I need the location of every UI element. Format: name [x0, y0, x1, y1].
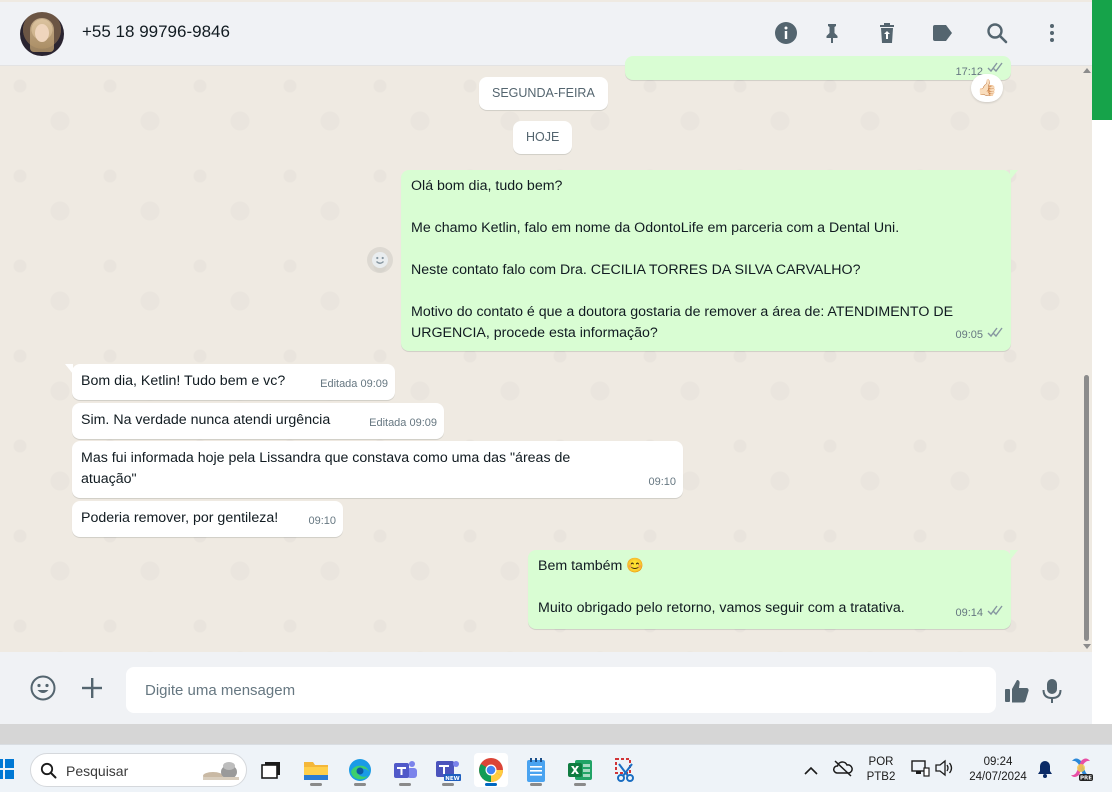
message-time: 09:05	[955, 329, 983, 341]
message-bubble-incoming[interactable]: Mas fui informada hoje pela Lissandra qu…	[72, 441, 683, 498]
delete-icon[interactable]	[874, 20, 900, 46]
language-indicator[interactable]: POR PTB2	[866, 755, 896, 785]
message-text: Mas fui informada hoje pela Lissandra qu…	[81, 450, 571, 487]
thumbs-up-icon[interactable]	[1003, 677, 1031, 705]
message-bubble-incoming[interactable]: Bom dia, Ketlin! Tudo bem e vc? Editada …	[65, 364, 395, 400]
smiley-icon	[372, 252, 388, 268]
search-icon[interactable]	[984, 20, 1010, 46]
message-bubble-incoming[interactable]: Sim. Na verdade nunca atendi urgência Ed…	[72, 403, 444, 439]
message-text: Bom dia, Ketlin! Tudo bem e vc?	[81, 373, 286, 389]
running-indicator	[530, 783, 542, 786]
read-ticks-icon	[987, 603, 1003, 624]
contact-name[interactable]: +55 18 99796-9846	[82, 22, 230, 42]
excel-icon[interactable]	[563, 753, 597, 787]
message-text: Poderia remover, por gentileza!	[81, 510, 279, 526]
notification-bell-icon[interactable]	[1037, 760, 1053, 783]
running-indicator	[399, 783, 411, 786]
running-indicator	[310, 783, 322, 786]
network-icon[interactable]	[910, 759, 930, 782]
whatsapp-window: +55 18 99796-9846 17:12 👍🏻 SEGUNDA-FEIRA…	[0, 0, 1092, 724]
tray-chevron-up-icon[interactable]	[804, 763, 818, 781]
scrollbar-thumb[interactable]	[1084, 375, 1089, 641]
info-icon[interactable]	[773, 20, 799, 46]
copilot-icon[interactable]: PRE	[1068, 755, 1094, 788]
snipping-tool-icon[interactable]	[608, 753, 642, 787]
taskbar-search-placeholder: Pesquisar	[66, 763, 129, 779]
clock[interactable]: 09:24 24/07/2024	[962, 755, 1034, 785]
task-view-icon[interactable]	[254, 753, 288, 787]
running-indicator	[485, 783, 497, 786]
message-text: Olá bom dia, tudo bem?	[411, 178, 563, 194]
label-icon[interactable]	[929, 20, 955, 46]
plus-icon[interactable]	[79, 675, 105, 701]
edge-icon[interactable]	[343, 753, 377, 787]
message-time: 09:14	[955, 607, 983, 619]
onedrive-offline-icon[interactable]	[833, 759, 853, 782]
message-edited-time: Editada 09:09	[320, 378, 388, 390]
message-bubble-incoming[interactable]: Poderia remover, por gentileza! 09:10	[72, 501, 343, 537]
running-indicator	[354, 783, 366, 786]
scroll-up-arrow-icon[interactable]	[1083, 68, 1091, 73]
message-text: Neste contato falo com Dra. CECILIA TORR…	[411, 262, 861, 278]
message-bubble-outgoing[interactable]: Olá bom dia, tudo bem? Me chamo Ketlin, …	[401, 170, 1018, 351]
message-bubble-outgoing-partial[interactable]: 17:12	[625, 56, 1011, 80]
running-indicator	[574, 783, 586, 786]
read-ticks-icon	[987, 325, 1003, 346]
notepad-icon[interactable]	[519, 753, 553, 787]
microphone-icon[interactable]	[1040, 677, 1064, 705]
message-time: 09:10	[648, 476, 676, 488]
menu-icon[interactable]	[1039, 20, 1065, 46]
background-window-edge	[1092, 0, 1112, 120]
emoji-icon[interactable]	[29, 674, 57, 702]
scroll-down-arrow-icon[interactable]	[1083, 644, 1091, 649]
date-separator: HOJE	[513, 121, 573, 154]
language-code: POR	[868, 756, 894, 768]
message-bubble-outgoing[interactable]: Bem também 😊 Muito obrigado pelo retorno…	[528, 550, 1018, 629]
pin-icon[interactable]	[819, 20, 845, 46]
date-separator: SEGUNDA-FEIRA	[479, 77, 608, 110]
message-text: Bem também 😊	[538, 558, 644, 574]
taskbar-search-box[interactable]: Pesquisar	[30, 753, 247, 787]
message-text: Muito obrigado pelo retorno, vamos segui…	[538, 600, 905, 616]
volume-icon[interactable]	[934, 759, 954, 782]
avatar-face	[35, 24, 49, 42]
teams-new-icon[interactable]: NEW	[431, 753, 465, 787]
desktop-background	[0, 724, 1112, 744]
message-edited-time: Editada 09:09	[369, 417, 437, 429]
clock-date: 24/07/2024	[969, 771, 1027, 783]
contact-avatar[interactable]	[20, 12, 64, 56]
search-highlight-icon	[199, 758, 243, 782]
keyboard-layout: PTB2	[866, 771, 896, 783]
reaction-picker-button[interactable]	[367, 247, 393, 273]
chrome-icon[interactable]	[474, 753, 508, 787]
message-input[interactable]	[126, 667, 996, 713]
search-icon	[40, 762, 57, 784]
message-text: Sim. Na verdade nunca atendi urgência	[81, 412, 331, 428]
message-time: 09:10	[308, 515, 336, 527]
file-explorer-icon[interactable]	[299, 753, 333, 787]
windows-taskbar: Pesquisar NEW POR PTB2 09:24 24/07/2024 …	[0, 744, 1112, 792]
teams-icon[interactable]	[388, 753, 422, 787]
svg-text:PRE: PRE	[1080, 776, 1092, 782]
message-reaction[interactable]: 👍🏻	[971, 74, 1003, 102]
running-indicator	[442, 783, 454, 786]
svg-text:NEW: NEW	[445, 776, 459, 782]
windows-start-icon[interactable]	[0, 759, 14, 779]
message-text: Me chamo Ketlin, falo em nome da OdontoL…	[411, 220, 900, 236]
clock-time: 09:24	[983, 756, 1013, 768]
message-text: Motivo do contato é que a doutora gostar…	[411, 304, 954, 341]
